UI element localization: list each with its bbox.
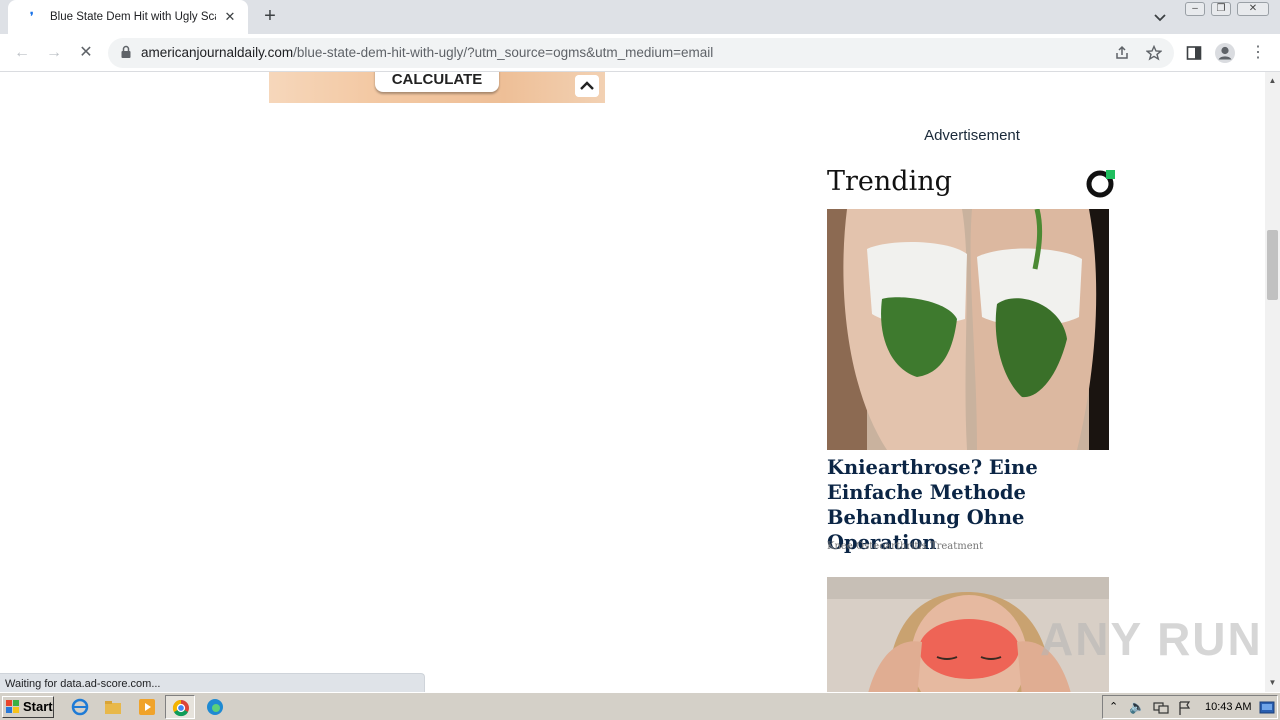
card-source[interactable]: Knee Osteoarthritis Treatment <box>827 541 983 552</box>
status-bar: Waiting for data.ad-score.com... <box>0 673 425 693</box>
internet-explorer-icon[interactable] <box>71 698 89 716</box>
address-bar[interactable]: americanjournaldaily.com/blue-state-dem-… <box>108 38 1174 68</box>
bookmark-star-icon[interactable] <box>1146 45 1162 61</box>
tab-strip: ❜ Blue State Dem Hit with Ugly Scanda ✕ … <box>0 0 1280 34</box>
anyrun-watermark: ANY RUN <box>1040 613 1263 665</box>
file-explorer-icon[interactable] <box>104 698 122 716</box>
trending-heading: Trending <box>827 166 952 197</box>
back-arrow-icon[interactable]: ← <box>12 43 32 63</box>
tab-search-chevron-icon[interactable] <box>1151 8 1169 26</box>
url-path: /blue-state-dem-hit-with-ugly/?utm_sourc… <box>293 45 714 60</box>
restore-window-button[interactable]: ❐ <box>1211 2 1231 16</box>
stop-loading-icon[interactable]: ✕ <box>76 43 96 63</box>
new-tab-button[interactable]: + <box>259 6 281 28</box>
media-player-icon[interactable] <box>138 698 156 716</box>
card-headline[interactable]: Kniearthrose? Eine Einfache Methode Beha… <box>827 455 1117 555</box>
advertisement-label: Advertisement <box>924 127 1020 144</box>
show-desktop-icon[interactable] <box>1259 701 1275 715</box>
action-center-flag-icon[interactable] <box>1177 700 1193 716</box>
tab-title: Blue State Dem Hit with Ugly Scanda <box>50 11 216 23</box>
lock-icon <box>121 45 131 58</box>
profile-avatar-icon[interactable] <box>1214 42 1236 64</box>
chrome-icon <box>172 699 189 717</box>
url-text[interactable]: americanjournaldaily.com/blue-state-dem-… <box>141 45 713 60</box>
url-host: americanjournaldaily.com <box>141 45 294 60</box>
site-favicon-icon: ❜ <box>30 11 34 23</box>
network-icon[interactable] <box>1153 701 1169 715</box>
scroll-up-arrow-icon[interactable]: ▲ <box>1268 76 1277 85</box>
forward-arrow-icon[interactable]: → <box>44 43 64 63</box>
side-panel-icon[interactable] <box>1186 45 1202 61</box>
show-hidden-icons-icon[interactable]: ⌃ <box>1109 700 1118 713</box>
chrome-taskbar-button[interactable] <box>165 695 195 719</box>
volume-icon[interactable]: 🔈 <box>1129 699 1145 715</box>
share-icon[interactable] <box>1114 45 1130 61</box>
browser-toolbar: ← → ✕ americanjournaldaily.com/blue-stat… <box>0 34 1280 72</box>
windows-taskbar: Start ⌃ 🔈 10:43 AM <box>0 692 1280 720</box>
knee-leaf-image[interactable] <box>827 209 1109 450</box>
scroll-down-arrow-icon[interactable]: ▼ <box>1268 678 1277 687</box>
vertical-scrollbar[interactable]: ▲ ▼ <box>1265 72 1280 692</box>
start-label: Start <box>23 699 53 714</box>
chevron-up-icon[interactable] <box>575 75 599 97</box>
system-tray: ⌃ 🔈 10:43 AM <box>1102 695 1278 719</box>
close-window-button[interactable]: ✕ <box>1237 2 1269 16</box>
page-content: CALCULATE Advertisement Trending Knieart… <box>0 72 1265 692</box>
clock[interactable]: 10:43 AM <box>1205 701 1251 713</box>
kebab-menu-icon[interactable]: ⋮ <box>1248 43 1268 63</box>
calculate-button[interactable]: CALCULATE <box>375 72 499 92</box>
active-tab[interactable]: ❜ Blue State Dem Hit with Ugly Scanda ✕ <box>8 0 248 34</box>
scroll-thumb[interactable] <box>1267 230 1278 300</box>
close-tab-icon[interactable]: ✕ <box>222 9 238 25</box>
windows-flag-icon <box>6 700 19 713</box>
edge-icon[interactable] <box>206 698 224 716</box>
taboola-logo-icon[interactable] <box>1086 168 1116 198</box>
start-button[interactable]: Start <box>2 696 54 718</box>
ad-banner[interactable]: CALCULATE <box>269 72 605 103</box>
minimize-window-button[interactable]: – <box>1185 2 1205 16</box>
